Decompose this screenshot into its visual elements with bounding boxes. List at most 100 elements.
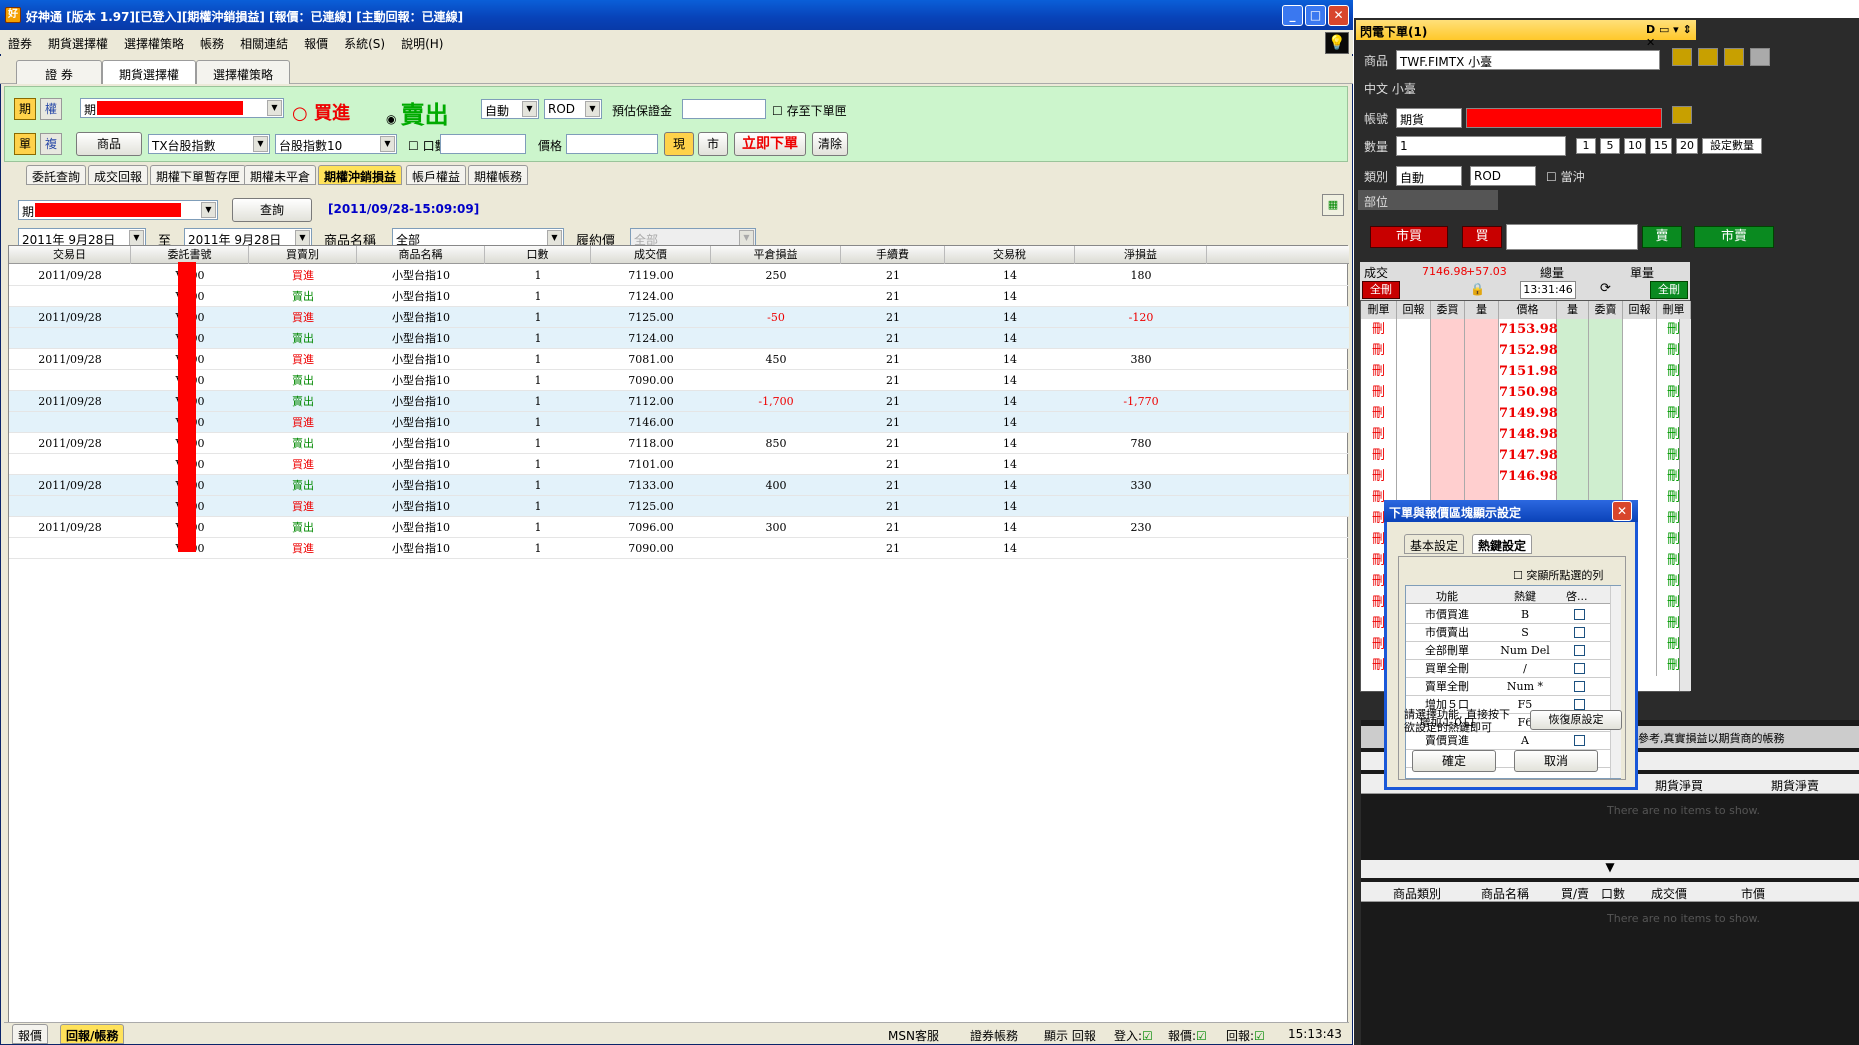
delete-buy-cell[interactable]: 刪 [1361, 403, 1397, 424]
flash-sell-button[interactable]: 賣 [1642, 226, 1682, 248]
panel-controls-icon[interactable]: D ▭ ▾ ⇕ ✕ [1646, 23, 1696, 49]
maximize-button[interactable]: □ [1305, 5, 1326, 26]
table-row[interactable]: 2011/09/28V000買進小型台指1017081.004502114380 [9, 349, 1349, 370]
col-header-2[interactable]: 買賣別 [249, 246, 357, 264]
product-button[interactable]: 商品 [76, 132, 142, 156]
menu-system[interactable]: 系統(S) [336, 30, 393, 52]
orderbook-cell[interactable] [1431, 403, 1465, 424]
table-row[interactable]: V200買進小型台指1017125.002114 [9, 496, 1349, 517]
dialog-cancel-button[interactable]: 取消 [1514, 750, 1598, 772]
hotkey-row[interactable]: 賣單全刪 Num * [1406, 678, 1610, 696]
orderbook-cell[interactable] [1589, 319, 1623, 340]
tab-open-positions[interactable]: 期權未平倉 [244, 165, 317, 185]
qty-preset-5[interactable]: 5 [1600, 138, 1620, 154]
contract-select[interactable]: 台股指數10 ▼ [275, 134, 397, 154]
hotkey-row[interactable]: 全部刪單 Num Del [1406, 642, 1610, 660]
col-header-4[interactable]: 口數 [485, 246, 591, 264]
hotkey-enable-checkbox[interactable] [1574, 609, 1585, 620]
tif-select[interactable]: ROD ▼ [544, 99, 602, 119]
hotkey-enable-checkbox[interactable] [1574, 735, 1585, 746]
menu-securities[interactable]: 證券 [0, 30, 40, 52]
flash-mode-select[interactable]: 自動 [1396, 166, 1462, 186]
hotkey-enable-checkbox[interactable] [1574, 699, 1585, 710]
orderbook-cell[interactable] [1589, 382, 1623, 403]
col-header-0[interactable]: 交易日 [9, 246, 131, 264]
orderbook-cell[interactable] [1589, 361, 1623, 382]
highlight-checkbox[interactable]: ☐ 突顯所點選的列 [1513, 567, 1603, 583]
hotkey-enable-checkbox[interactable] [1574, 681, 1585, 692]
product-select[interactable]: TX台股指數 ▼ [148, 134, 270, 154]
orderbook-cell[interactable] [1431, 445, 1465, 466]
col-header-7[interactable]: 手續費 [841, 246, 945, 264]
table-row[interactable]: V200買進小型台指1017101.002114 [9, 454, 1349, 475]
table-row[interactable]: V000買進小型台指1017146.002114 [9, 412, 1349, 433]
hotkey-scrollbar[interactable] [1610, 586, 1621, 778]
orderbook-row[interactable]: 刪 7146.98... 刪 [1361, 466, 1691, 487]
market-price-button[interactable]: 市 [698, 132, 728, 156]
delete-buy-cell[interactable]: 刪 [1361, 361, 1397, 382]
menu-option-strategy[interactable]: 選擇權策略 [116, 30, 192, 52]
hotkey-row[interactable]: 買單全刪 / [1406, 660, 1610, 678]
futures-toggle-button[interactable]: 期 [14, 98, 36, 120]
price-input[interactable] [566, 134, 658, 154]
daytrade-checkbox[interactable]: ☐ 當沖 [1546, 168, 1585, 185]
dialog-close-button[interactable]: ✕ [1612, 501, 1632, 521]
orderbook-row[interactable]: 刪 7153.98 刪 [1361, 319, 1691, 340]
col-header-9[interactable]: 淨損益 [1075, 246, 1207, 264]
table-row[interactable]: V000賣出小型台指1017124.002114 [9, 328, 1349, 349]
submit-order-button[interactable]: 立即下單 [734, 132, 806, 156]
table-row[interactable]: V600買進小型台指1017090.002114 [9, 538, 1349, 559]
orderbook-cell[interactable] [1431, 382, 1465, 403]
tab-option-strategy[interactable]: 選擇權策略 [196, 60, 290, 84]
orderbook-row[interactable]: 刪 7150.98 刪 [1361, 382, 1691, 403]
dialog-tab-basic[interactable]: 基本設定 [1404, 534, 1465, 554]
tab-report-accounts[interactable]: 回報/帳務 [60, 1024, 125, 1044]
market-buy-button[interactable]: 市買 [1370, 226, 1448, 248]
tab-order-tray[interactable]: 期權下單暫存匣 [150, 165, 247, 185]
flash-tif-select[interactable]: ROD [1470, 166, 1536, 186]
hotkey-row[interactable]: 賣價買進 A [1406, 732, 1610, 750]
now-price-button[interactable]: 現 [664, 132, 694, 156]
menu-accounts[interactable]: 帳務 [192, 30, 232, 52]
delete-buy-cell[interactable]: 刪 [1361, 319, 1397, 340]
minimize-button[interactable]: _ [1282, 5, 1303, 26]
delete-buy-cell[interactable]: 刪 [1361, 424, 1397, 445]
qty-input[interactable] [440, 134, 526, 154]
table-row[interactable]: 2011/09/28V000買進小型台指1017119.002502114180 [9, 265, 1349, 286]
menu-quotes[interactable]: 報價 [296, 30, 336, 52]
orderbook-cell[interactable] [1431, 361, 1465, 382]
table-row[interactable]: V000賣出小型台指1017090.002114 [9, 370, 1349, 391]
table-row[interactable]: 2011/09/28V000賣出小型台指1017118.008502114780 [9, 433, 1349, 454]
tab-accounting[interactable]: 期權帳務 [468, 165, 529, 185]
hotkey-enable-checkbox[interactable] [1574, 645, 1585, 656]
export-excel-icon[interactable]: ▦ [1322, 194, 1344, 216]
msn-support-button[interactable]: MSN客服 [888, 1027, 939, 1044]
restore-default-button[interactable]: 恢復原設定 [1530, 710, 1622, 730]
tab-order-query[interactable]: 委託查詢 [26, 165, 87, 185]
flash-account-icon[interactable] [1672, 106, 1692, 124]
orderbook-row[interactable]: 刪 7152.98 刪 [1361, 340, 1691, 361]
delete-buy-cell[interactable]: 刪 [1361, 466, 1397, 487]
expand-arrow-icon-2[interactable]: ▼ [1361, 860, 1859, 878]
flash-product-select[interactable]: TWF.FIMTX 小臺 [1396, 50, 1660, 70]
lock-icon[interactable]: 🔒 [1470, 282, 1485, 296]
qty-preset-20[interactable]: 20 [1676, 138, 1698, 154]
dialog-tab-hotkeys[interactable]: 熱鍵設定 [1472, 534, 1533, 554]
account-select[interactable]: 期 ▼ [80, 98, 284, 118]
delete-all-buy-button[interactable]: 全刪 [1362, 281, 1400, 299]
qty-preset-10[interactable]: 10 [1624, 138, 1646, 154]
orderbook-scrollbar[interactable] [1679, 319, 1691, 691]
orderbook-cell[interactable] [1589, 403, 1623, 424]
tab-account-equity[interactable]: 帳戶權益 [406, 165, 467, 185]
table-row[interactable]: 2011/09/28V100買進小型台指1017125.00-502114-12… [9, 307, 1349, 328]
table-row[interactable]: 2011/09/28V600賣出小型台指1017112.00-1,7002114… [9, 391, 1349, 412]
delete-buy-cell[interactable]: 刪 [1361, 340, 1397, 361]
flash-account-select[interactable] [1466, 108, 1662, 128]
single-order-button[interactable]: 單 [14, 133, 36, 155]
delete-buy-cell[interactable]: 刪 [1361, 382, 1397, 403]
orderbook-row[interactable]: 刪 7147.98 刪 [1361, 445, 1691, 466]
table-row[interactable]: 2011/09/28V000賣出小型台指1017096.003002114230 [9, 517, 1349, 538]
refresh-icon[interactable]: ⟳ [1600, 281, 1611, 296]
tab-quote[interactable]: 報價 [12, 1024, 49, 1044]
securities-accounts-button[interactable]: 證券帳務 [970, 1027, 1018, 1044]
